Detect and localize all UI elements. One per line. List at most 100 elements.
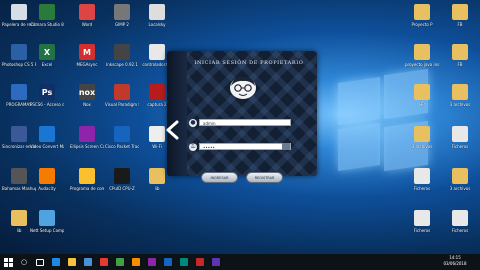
desktop-icon-label: 3 archivos bbox=[411, 144, 433, 149]
desktop-icon-label: Programa de computación bbox=[70, 186, 104, 191]
app-icon bbox=[164, 258, 172, 266]
folder-icon bbox=[452, 4, 468, 20]
folder-icon bbox=[414, 44, 430, 60]
taskbar-app-5[interactable] bbox=[160, 254, 176, 270]
taskbar-explorer[interactable] bbox=[64, 254, 80, 270]
desktop-icon-label: Audacity bbox=[38, 186, 56, 191]
desktop-icon-label: 3 archivos bbox=[449, 186, 471, 191]
desktop-icon[interactable]: proyecto java instalador bbox=[405, 44, 439, 67]
search-button[interactable]: ○ bbox=[16, 254, 32, 270]
desktop-icon-label: GIMP 2 bbox=[115, 22, 129, 27]
app-icon bbox=[114, 4, 130, 20]
desktop-icon[interactable]: 3 archivos bbox=[405, 126, 439, 149]
search-icon: ○ bbox=[20, 258, 28, 266]
app-icon bbox=[196, 258, 204, 266]
desktop-icon[interactable]: X Excel bbox=[30, 44, 64, 67]
desktop-icon[interactable]: HP bbox=[405, 84, 439, 107]
app-icon bbox=[11, 44, 27, 60]
app-icon bbox=[39, 168, 55, 184]
taskbar-app-3[interactable] bbox=[128, 254, 144, 270]
taskbar-app-4[interactable] bbox=[144, 254, 160, 270]
app-icon: M bbox=[79, 44, 95, 60]
desktop-icon[interactable]: Ficheros bbox=[443, 126, 477, 149]
login-title: INICIAR SESIÓN DE PROPIETARIO bbox=[194, 60, 304, 66]
app-icon bbox=[100, 258, 108, 266]
key-icon: ⚿ bbox=[189, 143, 197, 151]
desktop-icon[interactable]: CPuID CPU-Z bbox=[105, 168, 139, 191]
taskbar-app-6[interactable] bbox=[176, 254, 192, 270]
folder-icon bbox=[414, 168, 430, 184]
desktop-icon[interactable]: Audacity bbox=[30, 168, 64, 191]
app-icon bbox=[79, 168, 95, 184]
app-icon: Ps bbox=[39, 84, 55, 100]
edge-icon bbox=[52, 258, 60, 266]
password-field[interactable]: ••••• bbox=[199, 143, 291, 150]
registrar-button[interactable]: REGISTRAR bbox=[246, 172, 283, 183]
show-password-icon[interactable] bbox=[282, 143, 290, 150]
desktop-icon-label: Nett Setup Computer bbox=[30, 228, 64, 233]
desktop-icon[interactable]: Ficheros bbox=[405, 210, 439, 233]
taskbar-edge[interactable] bbox=[48, 254, 64, 270]
desktop-icon-label: Excel bbox=[41, 62, 53, 67]
taskbar-store[interactable] bbox=[80, 254, 96, 270]
desktop-icon[interactable]: Inkscape 0.92.1 bbox=[105, 44, 139, 67]
desktop-icon-label: FB bbox=[457, 62, 463, 67]
folder-icon bbox=[452, 126, 468, 142]
app-icon bbox=[148, 258, 156, 266]
desktop-icon-label: Ficheros bbox=[413, 186, 431, 191]
desktop-icon[interactable]: FB bbox=[443, 44, 477, 67]
app-icon bbox=[39, 4, 55, 20]
desktop-icon[interactable]: Ficheros bbox=[405, 168, 439, 191]
app-icon bbox=[39, 210, 55, 226]
desktop-icon[interactable]: FB bbox=[443, 4, 477, 27]
app-icon bbox=[212, 258, 220, 266]
app-icon bbox=[39, 126, 55, 142]
desktop-icon[interactable]: 3 archivos bbox=[443, 168, 477, 191]
desktop-icon[interactable]: Proyecto P bbox=[405, 4, 439, 27]
desktop-icon[interactable]: Nett Setup Computer bbox=[30, 210, 64, 233]
desktop-icon[interactable]: 3 archivos bbox=[443, 84, 477, 107]
login-background-pattern bbox=[167, 51, 317, 176]
owner-avatar-icon bbox=[230, 76, 256, 99]
ingresar-button[interactable]: INGRESAR bbox=[201, 172, 238, 183]
folder-icon bbox=[414, 210, 430, 226]
app-icon: X bbox=[39, 44, 55, 60]
taskbar-app-1[interactable] bbox=[96, 254, 112, 270]
app-icon bbox=[79, 4, 95, 20]
app-icon bbox=[114, 44, 130, 60]
desktop-icon[interactable]: Visual Paradigm for UML 10.0 bbox=[105, 84, 139, 107]
desktop-icon-label: Visual Paradigm for UML 10.0 bbox=[105, 102, 139, 107]
back-arrow-icon[interactable] bbox=[165, 120, 179, 140]
desktop-icon-label: Ficheros bbox=[451, 144, 469, 149]
desktop-icon[interactable]: Ellipsis Screen Capture 8 bbox=[70, 126, 104, 149]
desktop-icon-label: Localsky bbox=[148, 22, 166, 27]
taskbar-clock[interactable]: 14:15 03/06/2018 bbox=[438, 255, 472, 267]
folder-icon bbox=[452, 44, 468, 60]
desktop-icon-label: MEGAsync bbox=[76, 62, 98, 67]
desktop-icon-label: Nox bbox=[83, 102, 91, 107]
app-icon bbox=[11, 126, 27, 142]
task-view-button[interactable] bbox=[32, 254, 48, 270]
desktop-icon[interactable]: Programa de computación bbox=[70, 168, 104, 191]
taskbar-app-2[interactable] bbox=[112, 254, 128, 270]
desktop-icon[interactable]: Ps PSCS6 - Acceso directo bbox=[30, 84, 64, 107]
taskbar-app-8[interactable] bbox=[208, 254, 224, 270]
desktop-icon[interactable]: M MEGAsync bbox=[70, 44, 104, 67]
clock-date: 03/06/2018 bbox=[443, 261, 467, 266]
taskbar-app-7[interactable] bbox=[192, 254, 208, 270]
desktop-icon[interactable]: Video Convert Master bbox=[30, 126, 64, 149]
username-field[interactable]: admin bbox=[199, 119, 291, 126]
folder-icon bbox=[452, 84, 468, 100]
desktop-icon[interactable]: GIMP 2 bbox=[105, 4, 139, 27]
desktop-icon[interactable]: Ficheros bbox=[443, 210, 477, 233]
desktop-icon[interactable]: Cámara Studio 8 bbox=[30, 4, 64, 27]
desktop-icon[interactable]: Localsky bbox=[140, 4, 174, 27]
desktop-icon-label: PSCS6 - Acceso directo bbox=[30, 102, 64, 107]
folder-icon bbox=[414, 126, 430, 142]
desktop-icon[interactable]: Word bbox=[70, 4, 104, 27]
desktop-icon[interactable]: Cisco Packet Tracer bbox=[105, 126, 139, 149]
app-icon: nox bbox=[79, 84, 95, 100]
desktop-icon[interactable]: nox Nox bbox=[70, 84, 104, 107]
desktop-icon-label: Inkscape 0.92.1 bbox=[106, 62, 138, 67]
start-button[interactable] bbox=[0, 254, 16, 270]
